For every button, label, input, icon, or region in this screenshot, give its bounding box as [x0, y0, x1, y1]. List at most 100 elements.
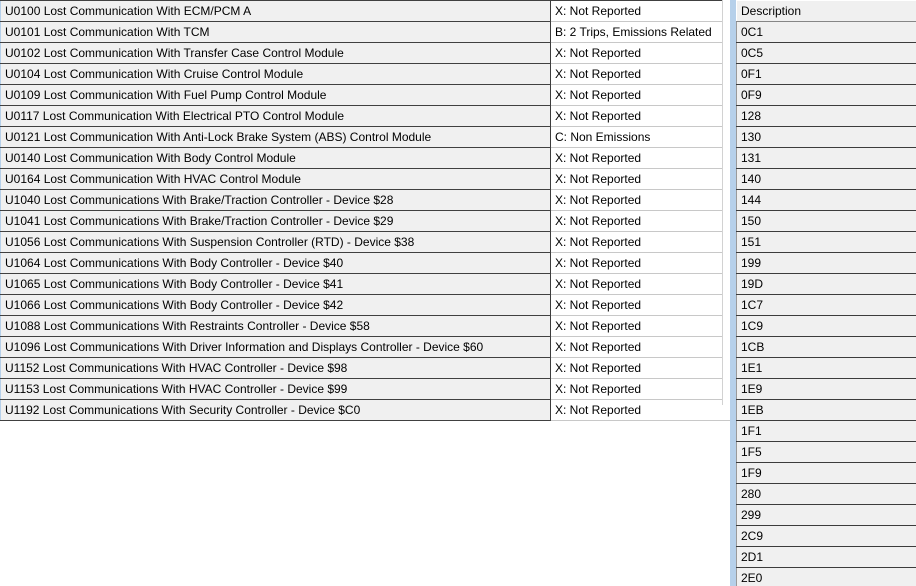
- table-row[interactable]: 1F5InvalidRxDevice: [736, 441, 916, 463]
- table-row[interactable]: 1F9InvalidRxDevice: [736, 462, 916, 484]
- table-row[interactable]: 0C5InvalidRxDevice: [736, 42, 916, 64]
- table-row[interactable]: 1F1InvalidRxDevice: [736, 420, 916, 442]
- column-header-description[interactable]: Description: [736, 0, 916, 22]
- parameter-description-cell[interactable]: 0C1: [736, 21, 916, 43]
- table-row[interactable]: U1152 Lost Communications With HVAC Cont…: [0, 357, 730, 379]
- dtc-status-cell[interactable]: X: Not Reported: [550, 147, 730, 169]
- dtc-status-cell[interactable]: X: Not Reported: [550, 336, 730, 358]
- parameter-description-cell[interactable]: 199: [736, 252, 916, 274]
- table-row[interactable]: 280InvalidRxDevice: [736, 483, 916, 505]
- parameter-list-panel[interactable]: Description Value 0C1InvalidRxDevice0C5I…: [730, 0, 916, 586]
- table-row[interactable]: 299InvalidRxDevice: [736, 504, 916, 526]
- table-row[interactable]: 1C9InvalidRxDevice: [736, 315, 916, 337]
- dtc-status-cell[interactable]: X: Not Reported: [550, 168, 730, 190]
- dtc-code-cell[interactable]: U0140 Lost Communication With Body Contr…: [0, 147, 551, 169]
- table-row[interactable]: U0102 Lost Communication With Transfer C…: [0, 42, 730, 64]
- table-row[interactable]: U1066 Lost Communications With Body Cont…: [0, 294, 730, 316]
- dtc-status-cell[interactable]: X: Not Reported: [550, 63, 730, 85]
- parameter-description-cell[interactable]: 2C9: [736, 525, 916, 547]
- parameter-description-cell[interactable]: 0F1: [736, 63, 916, 85]
- table-row[interactable]: 1E9InvalidRxDevice: [736, 378, 916, 400]
- parameter-description-cell[interactable]: 1EB: [736, 399, 916, 421]
- dtc-code-cell[interactable]: U1041 Lost Communications With Brake/Tra…: [0, 210, 551, 232]
- table-row[interactable]: 0F1InvalidRxDevice: [736, 63, 916, 85]
- dtc-status-cell[interactable]: X: Not Reported: [550, 105, 730, 127]
- dtc-list-panel[interactable]: U0100 Lost Communication With ECM/PCM AX…: [0, 0, 730, 586]
- dtc-code-cell[interactable]: U1192 Lost Communications With Security …: [0, 399, 551, 421]
- dtc-code-cell[interactable]: U0109 Lost Communication With Fuel Pump …: [0, 84, 551, 106]
- parameter-description-cell[interactable]: 2D1: [736, 546, 916, 568]
- dtc-status-cell[interactable]: X: Not Reported: [550, 273, 730, 295]
- table-row[interactable]: 19DInvalidRxDevice: [736, 273, 916, 295]
- table-row[interactable]: 131InvalidRxDevice: [736, 147, 916, 169]
- dtc-status-cell[interactable]: X: Not Reported: [550, 231, 730, 253]
- dtc-status-cell[interactable]: X: Not Reported: [550, 294, 730, 316]
- parameter-description-cell[interactable]: 1C7: [736, 294, 916, 316]
- table-row[interactable]: U1064 Lost Communications With Body Cont…: [0, 252, 730, 274]
- parameter-table[interactable]: Description Value 0C1InvalidRxDevice0C5I…: [736, 0, 916, 586]
- parameter-description-cell[interactable]: 130: [736, 126, 916, 148]
- dtc-code-cell[interactable]: U0121 Lost Communication With Anti-Lock …: [0, 126, 551, 148]
- dtc-status-cell[interactable]: C: Non Emissions: [550, 126, 730, 148]
- parameter-description-cell[interactable]: 151: [736, 231, 916, 253]
- table-row[interactable]: 140InvalidRxDevice: [736, 168, 916, 190]
- table-row[interactable]: 0C1InvalidRxDevice: [736, 21, 916, 43]
- dtc-status-cell[interactable]: X: Not Reported: [550, 399, 730, 421]
- dtc-code-cell[interactable]: U1056 Lost Communications With Suspensio…: [0, 231, 551, 253]
- parameter-description-cell[interactable]: 1C9: [736, 315, 916, 337]
- parameter-description-cell[interactable]: 144: [736, 189, 916, 211]
- dtc-status-cell[interactable]: X: Not Reported: [550, 189, 730, 211]
- parameter-description-cell[interactable]: 131: [736, 147, 916, 169]
- dtc-code-cell[interactable]: U1065 Lost Communications With Body Cont…: [0, 273, 551, 295]
- table-row[interactable]: U1088 Lost Communications With Restraint…: [0, 315, 730, 337]
- dtc-table[interactable]: U0100 Lost Communication With ECM/PCM AX…: [0, 0, 730, 421]
- table-row[interactable]: 2D1InvalidRxDevice: [736, 546, 916, 568]
- table-row[interactable]: U0164 Lost Communication With HVAC Contr…: [0, 168, 730, 190]
- table-row[interactable]: 2C9InvalidRxDevice: [736, 525, 916, 547]
- dtc-code-cell[interactable]: U1040 Lost Communications With Brake/Tra…: [0, 189, 551, 211]
- dtc-code-cell[interactable]: U1088 Lost Communications With Restraint…: [0, 315, 551, 337]
- table-row[interactable]: 2E0InvalidRxDevice: [736, 567, 916, 586]
- table-row[interactable]: U1153 Lost Communications With HVAC Cont…: [0, 378, 730, 400]
- table-row[interactable]: 0F9TCM: [736, 84, 916, 106]
- table-row[interactable]: 151InvalidRxDevice: [736, 231, 916, 253]
- table-row[interactable]: 1E1InvalidRxDevice: [736, 357, 916, 379]
- table-row[interactable]: 1C7InvalidRxDevice: [736, 294, 916, 316]
- table-row[interactable]: 1EBInvalidRxDevice: [736, 399, 916, 421]
- parameter-description-cell[interactable]: 299: [736, 504, 916, 526]
- parameter-description-cell[interactable]: 1F5: [736, 441, 916, 463]
- parameter-description-cell[interactable]: 1F1: [736, 420, 916, 442]
- table-row[interactable]: 128InvalidRxDevice: [736, 105, 916, 127]
- dtc-code-cell[interactable]: U1153 Lost Communications With HVAC Cont…: [0, 378, 551, 400]
- dtc-code-cell[interactable]: U0102 Lost Communication With Transfer C…: [0, 42, 551, 64]
- dtc-code-cell[interactable]: U1152 Lost Communications With HVAC Cont…: [0, 357, 551, 379]
- table-row[interactable]: U1040 Lost Communications With Brake/Tra…: [0, 189, 730, 211]
- parameter-description-cell[interactable]: 0F9: [736, 84, 916, 106]
- dtc-status-cell[interactable]: X: Not Reported: [550, 357, 730, 379]
- table-row[interactable]: U1192 Lost Communications With Security …: [0, 399, 730, 421]
- table-row[interactable]: U0140 Lost Communication With Body Contr…: [0, 147, 730, 169]
- parameter-description-cell[interactable]: 280: [736, 483, 916, 505]
- table-row[interactable]: 199InvalidRxDevice: [736, 252, 916, 274]
- dtc-status-cell[interactable]: X: Not Reported: [550, 378, 730, 400]
- table-row[interactable]: U0117 Lost Communication With Electrical…: [0, 105, 730, 127]
- parameter-description-cell[interactable]: 1E1: [736, 357, 916, 379]
- parameter-description-cell[interactable]: 128: [736, 105, 916, 127]
- table-row[interactable]: U0101 Lost Communication With TCM B: 2 Tr…: [0, 21, 730, 43]
- dtc-code-cell[interactable]: U0164 Lost Communication With HVAC Contr…: [0, 168, 551, 190]
- table-row[interactable]: U0109 Lost Communication With Fuel Pump …: [0, 84, 730, 106]
- dtc-code-cell[interactable]: U1096 Lost Communications With Driver In…: [0, 336, 551, 358]
- dtc-code-cell[interactable]: U0100 Lost Communication With ECM/PCM A: [0, 0, 551, 22]
- table-row[interactable]: 130InvalidRxDevice: [736, 126, 916, 148]
- dtc-code-cell[interactable]: U1066 Lost Communications With Body Cont…: [0, 294, 551, 316]
- parameter-description-cell[interactable]: 19D: [736, 273, 916, 295]
- dtc-status-cell[interactable]: X: Not Reported: [550, 252, 730, 274]
- parameter-description-cell[interactable]: 1F9: [736, 462, 916, 484]
- dtc-status-cell[interactable]: X: Not Reported: [550, 315, 730, 337]
- dtc-status-cell[interactable]: X: Not Reported: [550, 210, 730, 232]
- parameter-description-cell[interactable]: 150: [736, 210, 916, 232]
- dtc-code-cell[interactable]: U0101 Lost Communication With TCM: [0, 21, 551, 43]
- dtc-status-cell[interactable]: B: 2 Trips, Emissions Related: [550, 21, 730, 43]
- table-row[interactable]: U0100 Lost Communication With ECM/PCM AX…: [0, 0, 730, 22]
- dtc-status-cell[interactable]: X: Not Reported: [550, 0, 730, 22]
